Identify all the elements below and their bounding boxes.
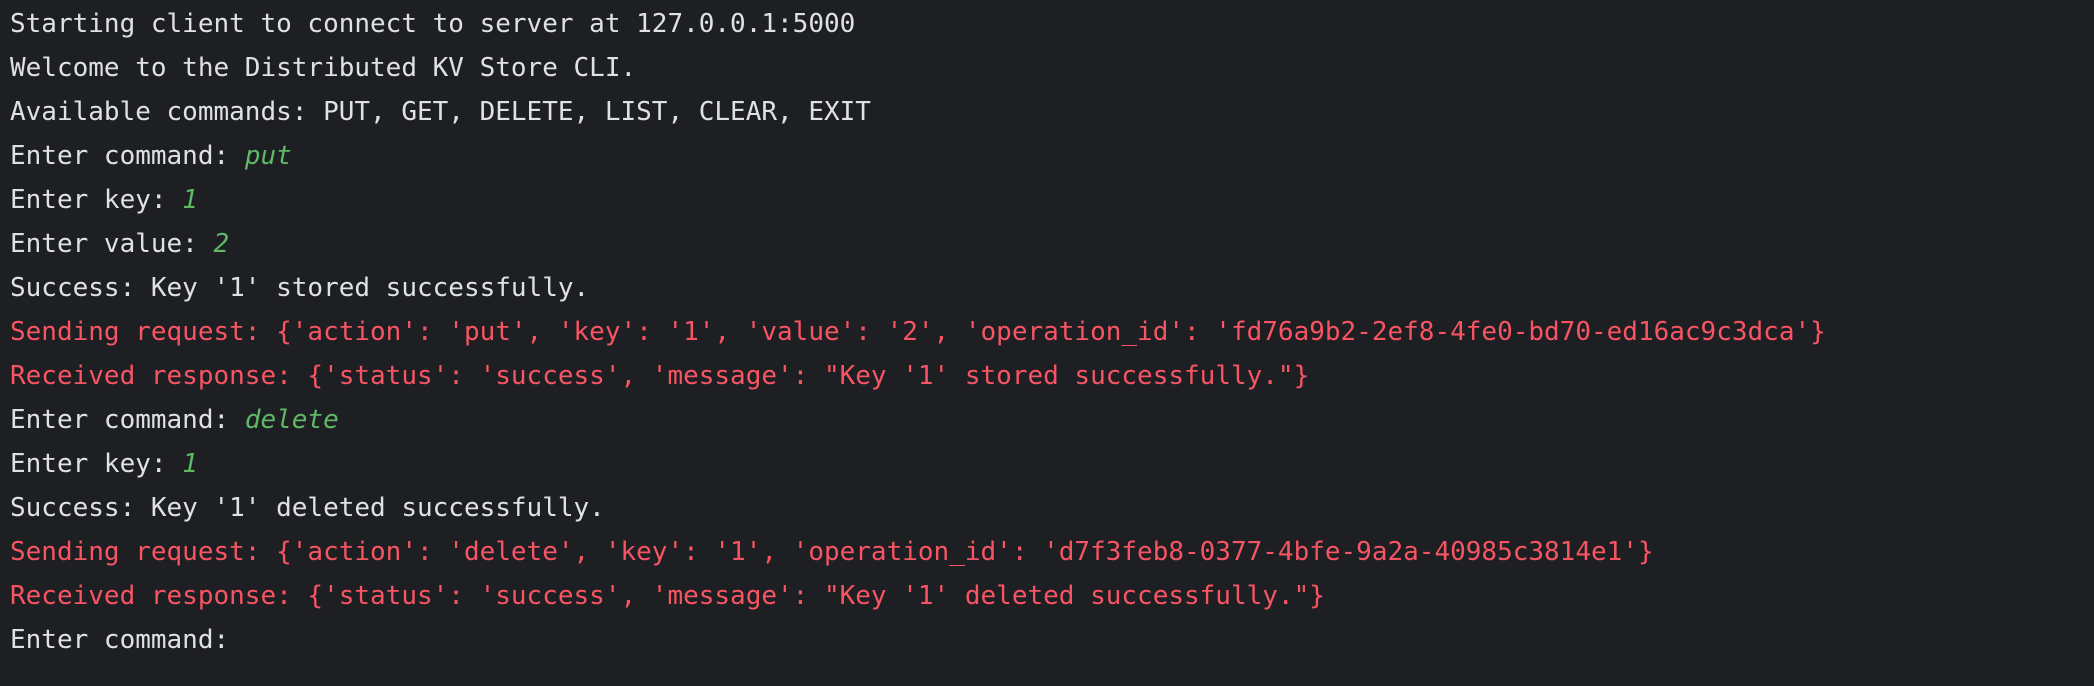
console-line-success: Success: Key '1' deleted successfully. — [10, 493, 605, 523]
console-line-prompt: Enter command: delete — [10, 398, 2094, 442]
console-line-prompt: Enter key: 1 — [10, 442, 2094, 486]
console-line-prompt: Enter key: 1 — [10, 178, 2094, 222]
console-line-stderr: Received response: {'status': 'success',… — [10, 361, 1310, 391]
console-line-status: Starting client to connect to server at … — [10, 9, 856, 39]
console-line-stderr: Received response: {'status': 'success',… — [10, 581, 1325, 611]
console-line-prompt: Enter command: put — [10, 134, 2094, 178]
console-line-commands: Available commands: PUT, GET, DELETE, LI… — [10, 97, 871, 127]
prompt-label: Enter value: — [10, 229, 214, 259]
prompt-label: Enter command: — [10, 405, 245, 435]
user-input-text: 1 — [182, 185, 198, 215]
user-input-text: put — [244, 141, 292, 171]
console-line-prompt: Enter value: 2 — [10, 222, 2094, 266]
console-line-welcome: Welcome to the Distributed KV Store CLI. — [10, 53, 637, 83]
user-input-text: delete — [244, 405, 339, 435]
console-line-active-prompt: Enter command: — [10, 618, 2094, 662]
command-input[interactable] — [245, 624, 285, 656]
console-line-stderr: Sending request: {'action': 'delete', 'k… — [10, 537, 1654, 567]
console-line-success: Success: Key '1' stored successfully. — [10, 273, 590, 303]
prompt-label: Enter command: — [10, 625, 245, 655]
prompt-label: Enter command: — [10, 141, 245, 171]
console-line-stderr: Sending request: {'action': 'put', 'key'… — [10, 317, 1826, 347]
prompt-label: Enter key: — [10, 185, 183, 215]
user-input-text: 2 — [213, 229, 230, 259]
console-output[interactable]: Starting client to connect to server at … — [0, 0, 2094, 662]
user-input-text: 1 — [182, 449, 198, 479]
prompt-label: Enter key: — [10, 449, 183, 479]
